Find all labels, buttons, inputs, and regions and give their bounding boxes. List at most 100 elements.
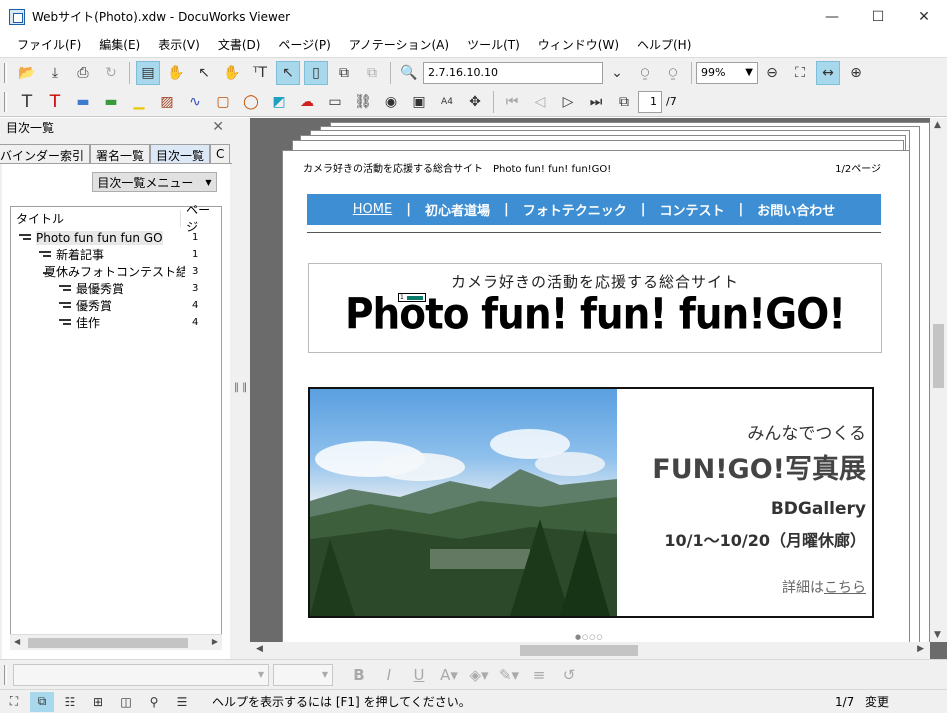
text-select-icon[interactable]: ᵀT — [248, 61, 272, 85]
doc-hscrollbar[interactable]: ◀ ▶ — [250, 642, 930, 659]
page-size-icon[interactable]: A4 — [435, 90, 459, 114]
splitter-grip-icon[interactable]: ‖ ‖ — [234, 382, 247, 393]
print-icon[interactable]: ⎙ — [71, 61, 95, 85]
continuous-page-icon[interactable]: ☷ — [58, 692, 82, 712]
fit-page-icon[interactable]: ⛶ — [788, 61, 812, 85]
fit-width-icon[interactable]: ↔ — [816, 60, 840, 85]
toc-item[interactable]: 新着記事 1 — [11, 246, 221, 263]
reset-icon[interactable]: ↺ — [557, 663, 581, 687]
import-icon[interactable]: ⤓ — [43, 61, 67, 85]
menu-edit[interactable]: 編集(E) — [90, 36, 149, 53]
toc-menu-button[interactable]: 目次一覧メニュー ▼ — [92, 172, 217, 192]
open-icon[interactable]: 📂 — [15, 61, 39, 85]
toc-item[interactable]: 佳作 4 — [11, 314, 221, 331]
pin-icon[interactable]: ⚲ — [142, 692, 166, 712]
tree-hscrollbar[interactable]: ◀ ▶ — [10, 634, 222, 650]
marker-icon[interactable]: ▁ — [127, 90, 151, 114]
font-select[interactable]: ▼ — [13, 663, 269, 686]
tab-binder-index[interactable]: バインダー索引 — [0, 144, 91, 163]
bold-icon[interactable]: B — [347, 663, 371, 687]
toc-item[interactable]: 最優秀賞 3 — [11, 280, 221, 297]
font-color-icon[interactable]: A▾ — [437, 663, 461, 687]
find-prev-icon[interactable]: ⍜ — [633, 61, 657, 85]
page-view-icon[interactable]: ▤ — [136, 60, 160, 85]
menu-view[interactable]: 表示(V) — [149, 36, 209, 53]
font-size-select[interactable]: ▼ — [273, 663, 333, 686]
cloud-icon[interactable]: ☁ — [295, 90, 319, 114]
paste-icon[interactable]: ⧉ — [360, 61, 384, 85]
sticky-note-icon[interactable]: ◩ — [267, 90, 291, 114]
find-next-icon[interactable]: ⍜ — [661, 61, 685, 85]
toolbar-grip[interactable] — [4, 664, 7, 685]
last-page-icon[interactable]: ⏭ — [584, 90, 608, 114]
line-green-icon[interactable]: ▬ — [99, 90, 123, 114]
fill-color-icon[interactable]: ◈▾ — [467, 663, 491, 687]
select-arrow-icon[interactable]: ↖ — [192, 61, 216, 85]
scroll-left-icon[interactable]: ◀ — [256, 644, 263, 654]
single-page-icon[interactable]: ⧉ — [30, 691, 54, 712]
col-title[interactable]: タイトル — [11, 209, 182, 227]
rotate-icon[interactable]: ↻ — [99, 61, 123, 85]
page-number-input[interactable]: 1 — [638, 90, 662, 113]
menu-page[interactable]: ページ(P) — [269, 36, 339, 53]
menu-help[interactable]: ヘルプ(H) — [628, 36, 700, 53]
rectangle-icon[interactable]: ▢ — [211, 90, 235, 114]
scroll-right-icon[interactable]: ▶ — [917, 644, 924, 654]
menu-annotation[interactable]: アノテーション(A) — [340, 36, 458, 53]
page-fit-icon[interactable]: ▯ — [304, 60, 328, 85]
scroll-thumb[interactable] — [28, 638, 188, 648]
zoom-select[interactable]: 99% ▼ — [696, 61, 758, 84]
line-blue-icon[interactable]: ▬ — [71, 90, 95, 114]
tab-more[interactable]: C — [210, 144, 231, 163]
annotation-marker[interactable]: 1 — [398, 293, 426, 302]
link-icon[interactable]: ⛓ — [351, 90, 375, 114]
toolbar-grip[interactable] — [4, 62, 7, 83]
ellipse-icon[interactable]: ◯ — [239, 90, 263, 114]
text-red-icon[interactable]: T — [43, 90, 67, 114]
scroll-right-icon[interactable]: ▶ — [212, 637, 218, 646]
maximize-button[interactable]: ☐ — [855, 0, 901, 33]
annotation-select-icon[interactable]: ↖ — [276, 60, 300, 85]
minimize-button[interactable]: — — [809, 0, 855, 33]
prev-page-icon[interactable]: ◁ — [528, 90, 552, 114]
grab-icon[interactable]: ✋ — [220, 61, 244, 85]
scroll-up-icon[interactable]: ▲ — [934, 120, 941, 130]
col-page[interactable]: ページ — [181, 201, 221, 235]
two-page-icon[interactable]: ◫ — [114, 692, 138, 712]
menu-window[interactable]: ウィンドウ(W) — [529, 36, 628, 53]
strike-icon[interactable]: ▨ — [155, 90, 179, 114]
toolbar-grip[interactable] — [4, 91, 7, 112]
badge-icon[interactable]: ▣ — [407, 90, 431, 114]
close-button[interactable]: ✕ — [901, 0, 947, 33]
document-view[interactable]: カメラ好きの活動を応援する総合サイト Photo fun! fun! fun!G… — [250, 118, 947, 659]
hand-tool-icon[interactable]: ✋ — [164, 61, 188, 85]
freehand-icon[interactable]: ∿ — [183, 90, 207, 114]
thumbnail-icon[interactable]: ⊞ — [86, 692, 110, 712]
doc-vscrollbar[interactable]: ▲ ▼ — [930, 118, 947, 642]
fullscreen-icon[interactable]: ⛶ — [2, 692, 26, 712]
first-page-icon[interactable]: ⏮ — [500, 90, 524, 114]
carousel-dots[interactable]: ●○○○ — [575, 633, 603, 641]
toc-item[interactable]: 優秀賞 4 — [11, 297, 221, 314]
scroll-left-icon[interactable]: ◀ — [14, 637, 20, 646]
text-icon[interactable]: T — [15, 90, 39, 114]
detail-link[interactable]: こちら — [824, 580, 866, 596]
zoom-in-icon[interactable]: ⊕ — [844, 61, 868, 85]
menu-file[interactable]: ファイル(F) — [8, 36, 90, 53]
zoom-out-icon[interactable]: ⊖ — [760, 61, 784, 85]
italic-icon[interactable]: I — [377, 663, 401, 687]
stamp-icon[interactable]: ◉ — [379, 90, 403, 114]
scroll-thumb[interactable] — [520, 645, 638, 656]
tab-signatures[interactable]: 署名一覧 — [90, 144, 151, 163]
chevron-down-icon[interactable]: ⌄ — [605, 61, 629, 85]
date-stamp-icon[interactable]: ▭ — [323, 90, 347, 114]
search-input[interactable]: 2.7.16.10.10 — [423, 61, 603, 84]
menu-tools[interactable]: ツール(T) — [458, 36, 529, 53]
tab-toc[interactable]: 目次一覧 — [150, 144, 211, 163]
copy-icon[interactable]: ⧉ — [332, 61, 356, 85]
line-style-icon[interactable]: ≡ — [527, 663, 551, 687]
search-icon[interactable]: 🔍 — [397, 61, 421, 85]
toc-item[interactable]: 夏休みフォトコンテスト結... 3 — [11, 263, 221, 280]
close-icon[interactable]: ✕ — [212, 119, 224, 135]
toc-item[interactable]: Photo fun fun fun GO 1 — [11, 229, 221, 246]
